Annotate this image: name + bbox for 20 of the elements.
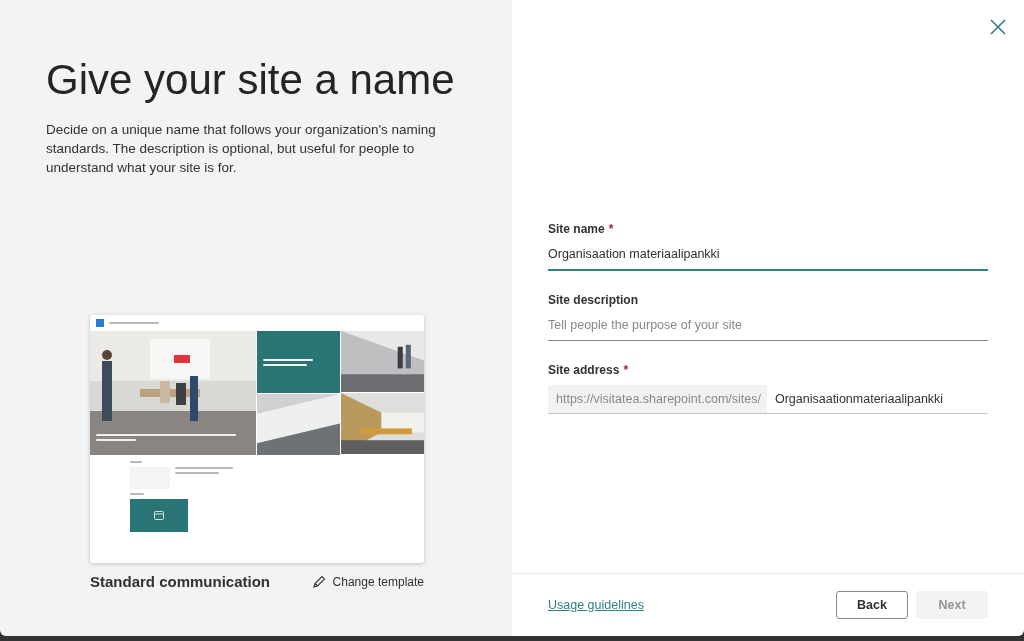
site-logo-icon	[96, 319, 104, 327]
input-field[interactable]: Organisaation materiaalipankki	[548, 244, 988, 271]
field-label: Site name	[548, 222, 605, 236]
input-field[interactable]: Tell people the purpose of your site	[548, 315, 988, 341]
field-label: Site description	[548, 293, 639, 307]
page-title: Give your site a name	[46, 56, 456, 104]
change-template-button[interactable]: Change template	[310, 573, 424, 590]
close-button[interactable]	[989, 18, 1007, 36]
pencil-icon	[310, 573, 327, 590]
field-label: Site address	[548, 363, 620, 377]
close-icon	[990, 19, 1006, 35]
intro-text: Decide on a unique name that follows your organization's naming standards. The description is optional, but useful for people to understand what your site is for.	[46, 121, 437, 177]
usage-guidelines-link[interactable]: Usage guidelines	[548, 598, 644, 612]
calendar-icon	[154, 511, 164, 520]
back-button[interactable]: Back	[836, 591, 908, 619]
address-prefix: https://visitatea.sharepoint.com/sites/	[548, 385, 767, 413]
required-mark: *	[623, 363, 629, 377]
template-name: Standard communication	[90, 573, 271, 590]
address-field[interactable]: https://visitatea.sharepoint.com/sites/ Organisaationmateriaalipankki	[548, 385, 988, 414]
required-mark: *	[608, 222, 614, 236]
